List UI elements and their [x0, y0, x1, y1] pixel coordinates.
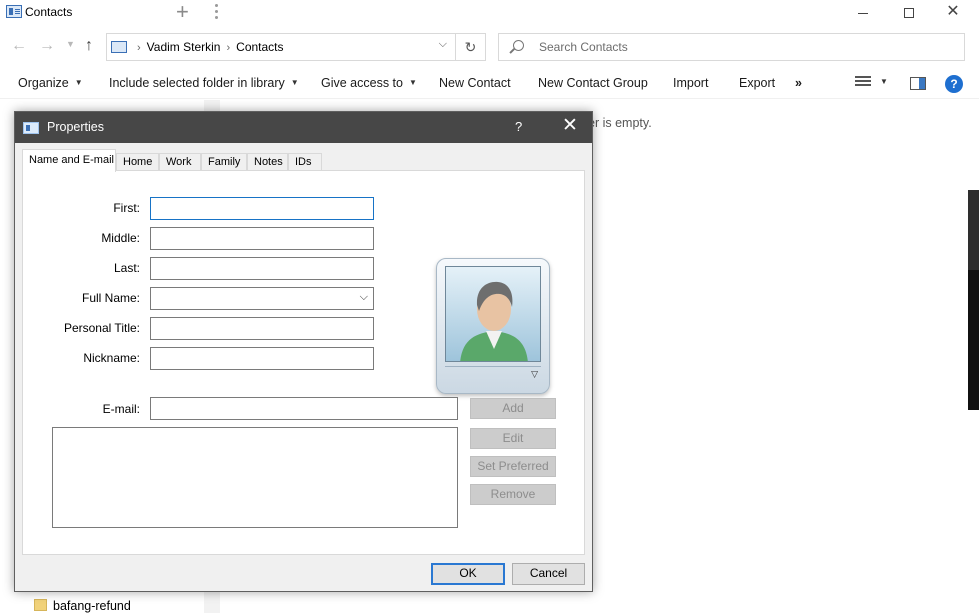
- window-titlebar: Contacts + ✕: [0, 0, 979, 26]
- breadcrumb: › Vadim Sterkin › Contacts: [131, 40, 284, 54]
- personal-title-label: Personal Title:: [63, 321, 140, 335]
- tab-ids[interactable]: IDs: [288, 153, 322, 171]
- dialog-close-button[interactable]: ✕: [562, 116, 578, 136]
- command-bar: Organize ▼ Include selected folder in lib…: [0, 67, 979, 99]
- breadcrumb-separator-icon: ›: [137, 42, 141, 54]
- include-in-library-menu[interactable]: Include selected folder in library ▼: [109, 76, 299, 90]
- last-label: Last:: [113, 261, 140, 275]
- forward-arrow-icon[interactable]: →: [39, 37, 55, 55]
- tab-home[interactable]: Home: [116, 153, 159, 171]
- edit-email-button[interactable]: Edit: [470, 428, 556, 449]
- tab-panel-name-and-email: First: Middle: Last: Full Name: ⌵ Person…: [22, 170, 585, 555]
- search-input[interactable]: [539, 40, 939, 54]
- dialog-titlebar: Properties ? ✕: [15, 112, 592, 143]
- search-box[interactable]: [498, 33, 965, 61]
- personal-title-field[interactable]: [150, 317, 374, 340]
- empty-folder-message: er is empty.: [588, 116, 652, 130]
- first-name-field[interactable]: [150, 197, 374, 220]
- back-arrow-icon[interactable]: ←: [11, 37, 27, 55]
- caret-down-icon: ▼: [408, 78, 417, 87]
- chevron-down-icon[interactable]: ▽: [531, 369, 538, 380]
- folder-icon: [34, 599, 47, 611]
- picture-options-bar[interactable]: ▽: [445, 366, 541, 384]
- view-options-caret-icon[interactable]: ▼: [880, 77, 888, 86]
- contacts-location-icon: [111, 41, 127, 53]
- middle-label: Middle:: [101, 231, 140, 245]
- more-options-icon[interactable]: [214, 4, 220, 22]
- preview-pane-icon[interactable]: [910, 77, 926, 90]
- cancel-button[interactable]: Cancel: [512, 563, 585, 585]
- recent-locations-chevron-icon[interactable]: ▼: [66, 39, 75, 49]
- minimize-button[interactable]: [840, 0, 886, 24]
- ok-button[interactable]: OK: [431, 563, 505, 585]
- set-preferred-button[interactable]: Set Preferred: [470, 456, 556, 477]
- refresh-button[interactable]: ↻: [456, 33, 486, 61]
- more-commands-button[interactable]: »: [795, 76, 802, 90]
- email-field[interactable]: [150, 397, 458, 420]
- folder-label: bafang-refund: [53, 599, 131, 613]
- background-window-edge: [968, 270, 979, 410]
- properties-dialog: Properties ? ✕ Name and E-mail Home Work…: [14, 111, 593, 592]
- contacts-icon: [6, 5, 22, 18]
- background-window-edge: [968, 190, 979, 270]
- address-bar-row: ← → ▼ ↑ › Vadim Sterkin › Contacts ⌵ ↻: [0, 28, 979, 66]
- new-tab-icon[interactable]: +: [176, 0, 189, 24]
- tab-work[interactable]: Work: [159, 153, 201, 171]
- contact-card-icon: [23, 122, 39, 134]
- email-label: E-mail:: [102, 402, 140, 416]
- tab-name-and-email[interactable]: Name and E-mail: [22, 149, 116, 172]
- close-button[interactable]: ✕: [930, 0, 976, 24]
- nickname-field[interactable]: [150, 347, 374, 370]
- full-name-combobox[interactable]: ⌵: [150, 287, 374, 310]
- full-name-label: Full Name:: [81, 291, 140, 305]
- background-window-edge: [968, 100, 979, 190]
- search-icon: [513, 40, 524, 51]
- chevron-down-icon[interactable]: ⌵: [360, 291, 368, 304]
- refresh-icon: ↻: [464, 39, 477, 55]
- dialog-title: Properties: [47, 120, 104, 134]
- new-contact-group-button[interactable]: New Contact Group: [538, 76, 648, 90]
- remove-email-button[interactable]: Remove: [470, 484, 556, 505]
- window-title: Contacts: [25, 5, 73, 19]
- up-arrow-icon[interactable]: ↑: [85, 37, 93, 55]
- export-button[interactable]: Export: [739, 76, 775, 90]
- middle-name-field[interactable]: [150, 227, 374, 250]
- chevron-down-icon[interactable]: ⌵: [439, 38, 447, 51]
- tab-notes[interactable]: Notes: [247, 153, 288, 171]
- dialog-help-button[interactable]: ?: [515, 119, 522, 134]
- maximize-button[interactable]: [886, 0, 932, 24]
- organize-menu[interactable]: Organize ▼: [18, 76, 83, 90]
- breadcrumb-separator-icon: ›: [226, 42, 231, 54]
- caret-down-icon: ▼: [290, 78, 299, 87]
- contact-avatar-icon: [445, 266, 541, 362]
- first-label: First:: [113, 201, 140, 215]
- last-name-field[interactable]: [150, 257, 374, 280]
- import-button[interactable]: Import: [673, 76, 708, 90]
- tab-family[interactable]: Family: [201, 153, 247, 171]
- add-email-button[interactable]: Add: [470, 398, 556, 419]
- email-list[interactable]: [52, 427, 458, 528]
- help-icon[interactable]: ?: [945, 75, 963, 93]
- breadcrumb-user[interactable]: Vadim Sterkin: [147, 40, 221, 54]
- address-bar[interactable]: › Vadim Sterkin › Contacts ⌵: [106, 33, 456, 61]
- nickname-label: Nickname:: [83, 351, 140, 365]
- new-contact-button[interactable]: New Contact: [439, 76, 511, 90]
- contact-picture-button[interactable]: ▽: [436, 258, 550, 394]
- change-view-icon[interactable]: [855, 76, 871, 90]
- give-access-menu[interactable]: Give access to ▼: [321, 76, 417, 90]
- breadcrumb-contacts[interactable]: Contacts: [236, 40, 283, 54]
- caret-down-icon: ▼: [74, 78, 83, 87]
